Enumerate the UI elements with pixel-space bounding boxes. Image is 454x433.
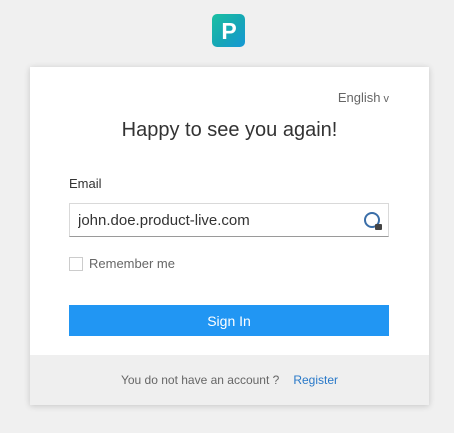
brand-logo-letter: P — [221, 17, 237, 44]
email-field-wrapper — [69, 203, 389, 237]
remember-me-checkbox[interactable] — [69, 256, 83, 271]
email-field[interactable] — [70, 204, 366, 236]
register-link[interactable]: Register — [293, 373, 338, 387]
remember-me-option[interactable]: Remember me — [69, 256, 175, 271]
login-card: Englishv Happy to see you again! Email R… — [30, 67, 429, 405]
register-footer: You do not have an account ? Register — [30, 355, 429, 405]
remember-me-label: Remember me — [89, 256, 175, 271]
email-label: Email — [69, 176, 102, 191]
sign-in-button[interactable]: Sign In — [69, 305, 389, 336]
language-selector[interactable]: English v — [338, 90, 389, 105]
no-account-text: You do not have an account ? — [120, 373, 280, 387]
password-manager-icon[interactable] — [364, 212, 382, 230]
chevron-down-icon: v — [383, 93, 390, 105]
page-title: Happy to see you again! — [121, 119, 338, 141]
brand-logo-icon: P — [212, 14, 245, 47]
language-label: English — [337, 90, 381, 105]
